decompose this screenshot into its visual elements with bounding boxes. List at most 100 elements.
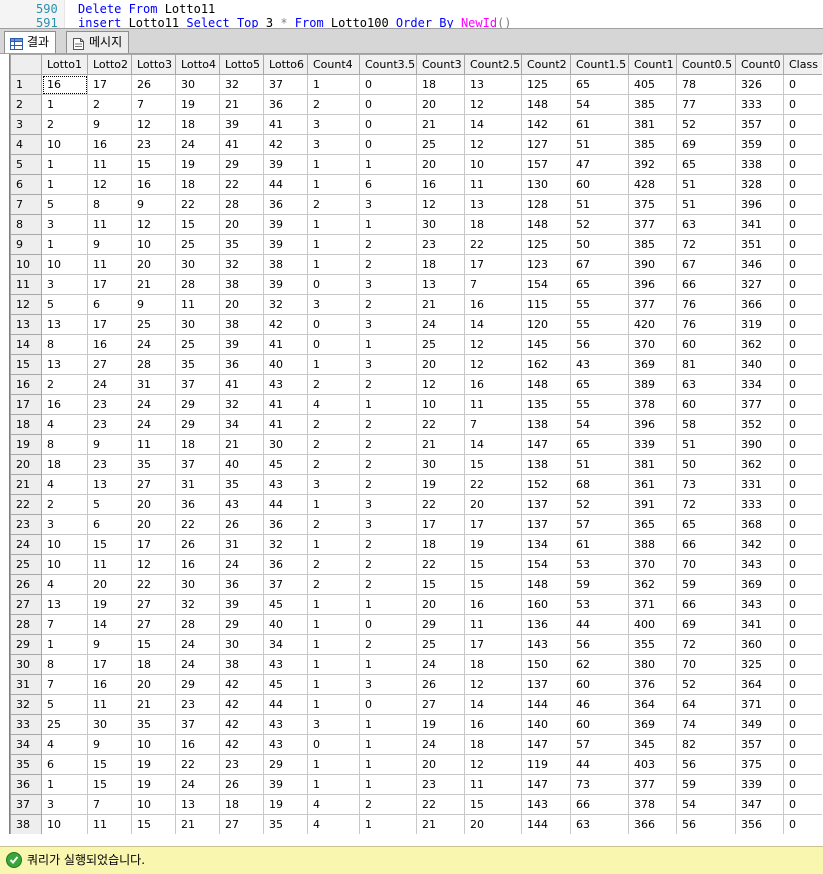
grid-cell[interactable]: 134: [521, 534, 571, 555]
grid-cell[interactable]: 42: [219, 694, 264, 715]
column-header[interactable]: Lotto5: [219, 54, 264, 75]
grid-cell[interactable]: 2: [41, 374, 88, 395]
tab-messages[interactable]: 메시지: [66, 31, 130, 53]
column-header[interactable]: Lotto1: [41, 54, 88, 75]
column-header[interactable]: Lotto6: [263, 54, 308, 75]
grid-cell[interactable]: 119: [521, 754, 571, 775]
grid-cell[interactable]: 1: [307, 634, 360, 655]
grid-cell[interactable]: 42: [263, 314, 308, 335]
grid-cell[interactable]: 1: [359, 334, 417, 355]
grid-cell[interactable]: 331: [735, 474, 784, 495]
grid-cell[interactable]: 82: [676, 734, 736, 755]
grid-cell[interactable]: 130: [521, 174, 571, 195]
grid-cell[interactable]: 12: [464, 94, 522, 115]
grid-cell[interactable]: 36: [219, 354, 264, 375]
grid-cell[interactable]: 0: [307, 274, 360, 295]
grid-cell[interactable]: 1: [307, 614, 360, 635]
grid-cell[interactable]: 11: [87, 554, 132, 575]
grid-cell[interactable]: 428: [628, 174, 677, 195]
row-number[interactable]: 7: [10, 194, 42, 215]
grid-cell[interactable]: 34: [219, 414, 264, 435]
grid-cell[interactable]: 2: [359, 534, 417, 555]
row-number[interactable]: 31: [10, 674, 42, 695]
grid-cell[interactable]: 2: [307, 374, 360, 395]
grid-cell[interactable]: 2: [307, 194, 360, 215]
grid-cell[interactable]: 56: [676, 814, 736, 834]
row-number[interactable]: 36: [10, 774, 42, 795]
grid-cell[interactable]: 2: [359, 474, 417, 495]
grid-cell[interactable]: 11: [87, 254, 132, 275]
column-header[interactable]: Lotto2: [87, 54, 132, 75]
grid-cell[interactable]: 32: [219, 394, 264, 415]
grid-cell[interactable]: 28: [219, 194, 264, 215]
grid-cell[interactable]: 21: [416, 114, 465, 135]
grid-cell[interactable]: 18: [416, 534, 465, 555]
grid-cell[interactable]: 66: [570, 794, 629, 815]
grid-cell[interactable]: 1: [307, 214, 360, 235]
grid-cell[interactable]: 20: [464, 494, 522, 515]
grid-cell[interactable]: 77: [676, 94, 736, 115]
grid-cell[interactable]: 12: [464, 134, 522, 155]
grid-cell[interactable]: 19: [416, 714, 465, 735]
grid-cell[interactable]: 377: [628, 774, 677, 795]
grid-cell[interactable]: 38: [219, 274, 264, 295]
grid-cell[interactable]: 60: [570, 714, 629, 735]
grid-cell[interactable]: 15: [87, 774, 132, 795]
grid-cell[interactable]: 27: [131, 474, 176, 495]
table-row[interactable]: 18 4 23 24 29 34 41 2 2 22 7 138 54 396 58 352 0: [10, 414, 822, 435]
grid-cell[interactable]: 43: [263, 474, 308, 495]
grid-cell[interactable]: 356: [735, 814, 784, 834]
grid-cell[interactable]: 10: [41, 534, 88, 555]
grid-cell[interactable]: 15: [416, 574, 465, 595]
grid-cell[interactable]: 1: [359, 594, 417, 615]
column-header[interactable]: Count3.5: [359, 54, 417, 75]
grid-cell[interactable]: 14: [464, 314, 522, 335]
row-number[interactable]: 11: [10, 274, 42, 295]
grid-cell[interactable]: 0: [359, 694, 417, 715]
grid-cell[interactable]: 13: [175, 794, 220, 815]
grid-cell[interactable]: 343: [735, 594, 784, 615]
grid-cell[interactable]: 1: [307, 74, 360, 95]
grid-cell[interactable]: 0: [783, 734, 822, 755]
grid-cell[interactable]: 39: [263, 774, 308, 795]
grid-cell[interactable]: 65: [570, 274, 629, 295]
grid-cell[interactable]: 42: [219, 734, 264, 755]
grid-cell[interactable]: 64: [676, 694, 736, 715]
grid-cell[interactable]: 12: [464, 754, 522, 775]
grid-cell[interactable]: 0: [783, 814, 822, 834]
grid-cell[interactable]: 57: [570, 734, 629, 755]
grid-cell[interactable]: 16: [41, 74, 88, 95]
grid-cell[interactable]: 18: [464, 214, 522, 235]
grid-cell[interactable]: 1: [359, 154, 417, 175]
grid-cell[interactable]: 30: [175, 74, 220, 95]
grid-cell[interactable]: 38: [219, 314, 264, 335]
grid-cell[interactable]: 23: [87, 394, 132, 415]
grid-cell[interactable]: 27: [131, 614, 176, 635]
grid-cell[interactable]: 31: [219, 534, 264, 555]
table-row[interactable]: 20 18 23 35 37 40 45 2 2 30 15 138 51 381 50 362 0: [10, 454, 822, 475]
grid-cell[interactable]: 3: [307, 294, 360, 315]
grid-cell[interactable]: 390: [628, 254, 677, 275]
grid-cell[interactable]: 20: [219, 214, 264, 235]
grid-cell[interactable]: 26: [131, 74, 176, 95]
grid-cell[interactable]: 47: [570, 154, 629, 175]
row-number[interactable]: 1: [10, 74, 42, 95]
grid-cell[interactable]: 349: [735, 714, 784, 735]
grid-cell[interactable]: 43: [219, 494, 264, 515]
grid-cell[interactable]: 3: [307, 474, 360, 495]
grid-cell[interactable]: 25: [416, 134, 465, 155]
grid-cell[interactable]: 14: [87, 614, 132, 635]
grid-cell[interactable]: 136: [521, 614, 571, 635]
grid-cell[interactable]: 1: [359, 654, 417, 675]
grid-cell[interactable]: 26: [219, 774, 264, 795]
grid-cell[interactable]: 38: [219, 654, 264, 675]
grid-cell[interactable]: 42: [263, 134, 308, 155]
grid-cell[interactable]: 0: [783, 334, 822, 355]
grid-cell[interactable]: 11: [131, 434, 176, 455]
grid-cell[interactable]: 377: [628, 294, 677, 315]
grid-cell[interactable]: 326: [735, 74, 784, 95]
grid-cell[interactable]: 44: [570, 754, 629, 775]
grid-cell[interactable]: 2: [307, 454, 360, 475]
grid-cell[interactable]: 12: [131, 214, 176, 235]
grid-cell[interactable]: 21: [131, 274, 176, 295]
